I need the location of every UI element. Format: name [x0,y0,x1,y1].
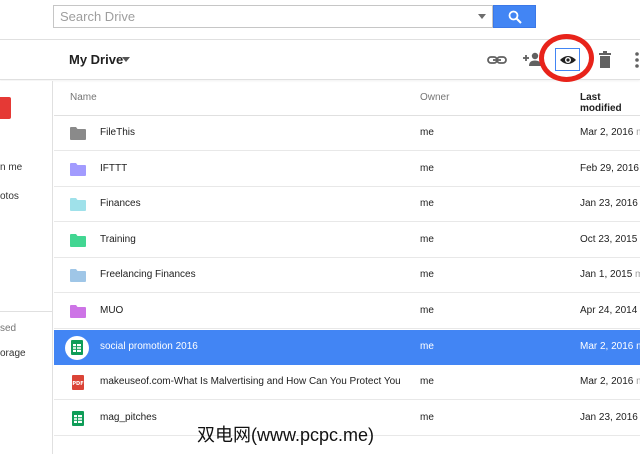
file-owner: me [420,162,434,174]
file-list-header: Name Owner Last modified [54,81,640,116]
file-owner: me [420,127,434,138]
file-modified-date: Mar 2, 2016 m [580,341,640,352]
file-modified-date: Jan 23, 2016 m [580,198,640,209]
file-owner: me [420,376,434,388]
file-owner: me [420,233,434,245]
file-modified-date: Apr 24, 2014 m [580,305,640,316]
file-row[interactable]: Training me Oct 23, 2015 m [54,222,640,258]
file-name: social promotion 2016 [100,340,198,352]
file-name: makeuseof.com-What Is Malvertising and H… [100,376,400,388]
file-date-suffix: m [636,376,640,387]
folder-icon [70,233,86,247]
sidebar-item-shared-with-me[interactable]: n me [0,162,22,173]
file-owner: me [420,340,434,352]
file-date-suffix: m [635,269,640,281]
header-last-modified[interactable]: Last modified [580,92,640,114]
header-owner[interactable]: Owner [420,92,449,103]
search-options-caret-icon[interactable] [478,14,486,19]
file-modified-date: Mar 2, 2016 m [580,376,640,387]
link-icon[interactable] [486,50,508,70]
file-row[interactable]: Finances me Jan 23, 2016 m [54,187,640,223]
file-row[interactable]: MUO me Apr 24, 2014 m [54,294,640,329]
file-modified-date: Jan 1, 2015 m [580,269,640,280]
top-bar [0,0,640,40]
pdf-icon: PDF [72,375,84,391]
file-date-text: Jan 23, 2016 [580,198,638,210]
file-modified-date: Feb 29, 2016 n [580,163,640,174]
folder-icon [70,269,86,283]
file-owner: me [420,305,434,316]
new-button[interactable] [0,97,11,119]
folder-icon [70,127,86,140]
search-box[interactable] [53,5,493,28]
file-name: IFTTT [100,162,128,174]
folder-icon [70,162,86,176]
file-name: Training [100,233,136,245]
file-modified-date: Mar 2, 2016 m [580,127,640,138]
storage-used-label: sed [0,323,17,334]
file-row[interactable]: FileThis me Mar 2, 2016 m [54,116,640,151]
file-row[interactable]: IFTTT me Feb 29, 2016 n [54,151,640,187]
spreadsheet-icon [71,339,83,355]
my-drive-caret-icon[interactable] [122,57,130,62]
file-date-text: Mar 2, 2016 [580,127,634,138]
file-row[interactable]: PDF makeuseof.com-What Is Malvertising an… [54,365,640,401]
file-date-text: Mar 2, 2016 [580,340,634,352]
file-modified-date: Jan 23, 2016 m [580,412,640,423]
file-date-text: Jan 23, 2016 [580,411,638,423]
file-owner: me [420,198,434,210]
upgrade-storage-link[interactable]: orage [0,348,26,359]
sidebar-divider [0,311,53,312]
folder-icon [70,305,86,318]
file-name: FileThis [100,127,136,138]
svg-text:PDF: PDF [72,381,83,387]
file-name: mag_pitches [100,411,157,423]
file-date-text: Feb 29, 2016 [580,162,639,174]
sidebar-item-photos[interactable]: otos [0,191,19,202]
file-date-suffix: m [636,341,640,352]
header-name[interactable]: Name [70,92,97,103]
search-icon [508,10,522,24]
trash-icon[interactable] [594,50,616,70]
highlight-annotation-circle [539,34,594,82]
sidebar [0,81,53,454]
file-date-text: Jan 1, 2015 [580,269,633,281]
spreadsheet-icon [72,410,84,426]
file-date-text: Apr 24, 2014 [580,305,638,316]
search-button[interactable] [493,5,536,28]
my-drive-title[interactable]: My Drive [69,52,123,67]
file-owner: me [420,269,434,281]
folder-icon [70,198,86,212]
file-row[interactable]: Freelancing Finances me Jan 1, 2015 m [54,258,640,294]
file-modified-date: Oct 23, 2015 m [580,234,640,245]
file-name: MUO [100,305,124,316]
search-input[interactable] [54,6,469,27]
file-name: Freelancing Finances [100,269,196,281]
watermark: 双电网(www.pcpc.me) [197,425,375,445]
file-owner: me [420,411,434,423]
file-date-text: Oct 23, 2015 [580,233,638,245]
file-name: Finances [100,198,141,210]
more-options-icon[interactable] [630,50,640,70]
file-date-suffix: m [636,127,640,138]
file-row[interactable]: social promotion 2016 me Mar 2, 2016 m [54,329,640,365]
file-date-text: Mar 2, 2016 [580,376,634,388]
